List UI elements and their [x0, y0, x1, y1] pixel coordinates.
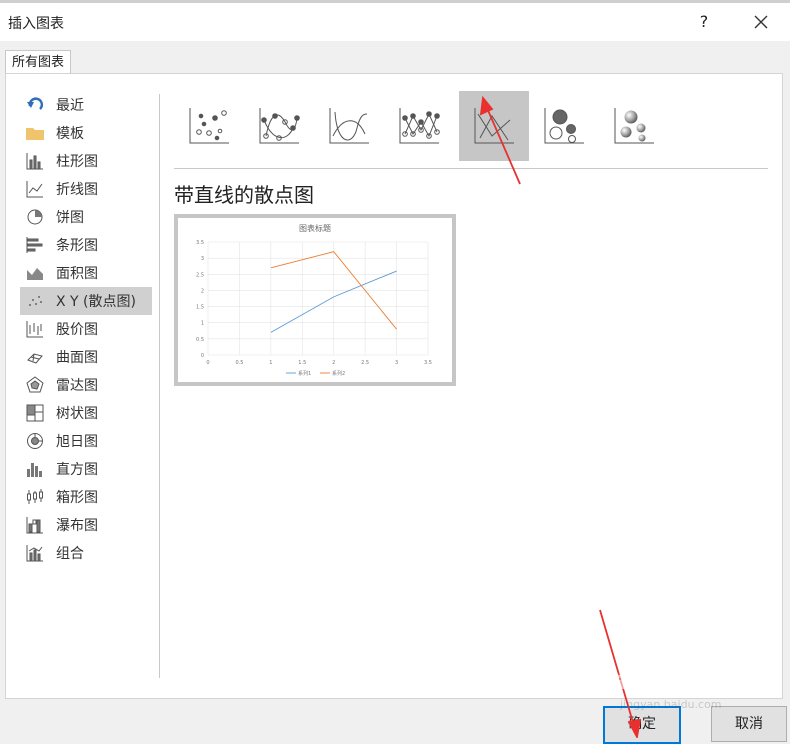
- annotation-arrows: [479, 95, 642, 738]
- watermark-logo: Bai du 经验: [590, 666, 744, 696]
- watermark-url: jingyan.baidu.com: [620, 698, 722, 711]
- annotation-arrow-subtype: [479, 95, 521, 185]
